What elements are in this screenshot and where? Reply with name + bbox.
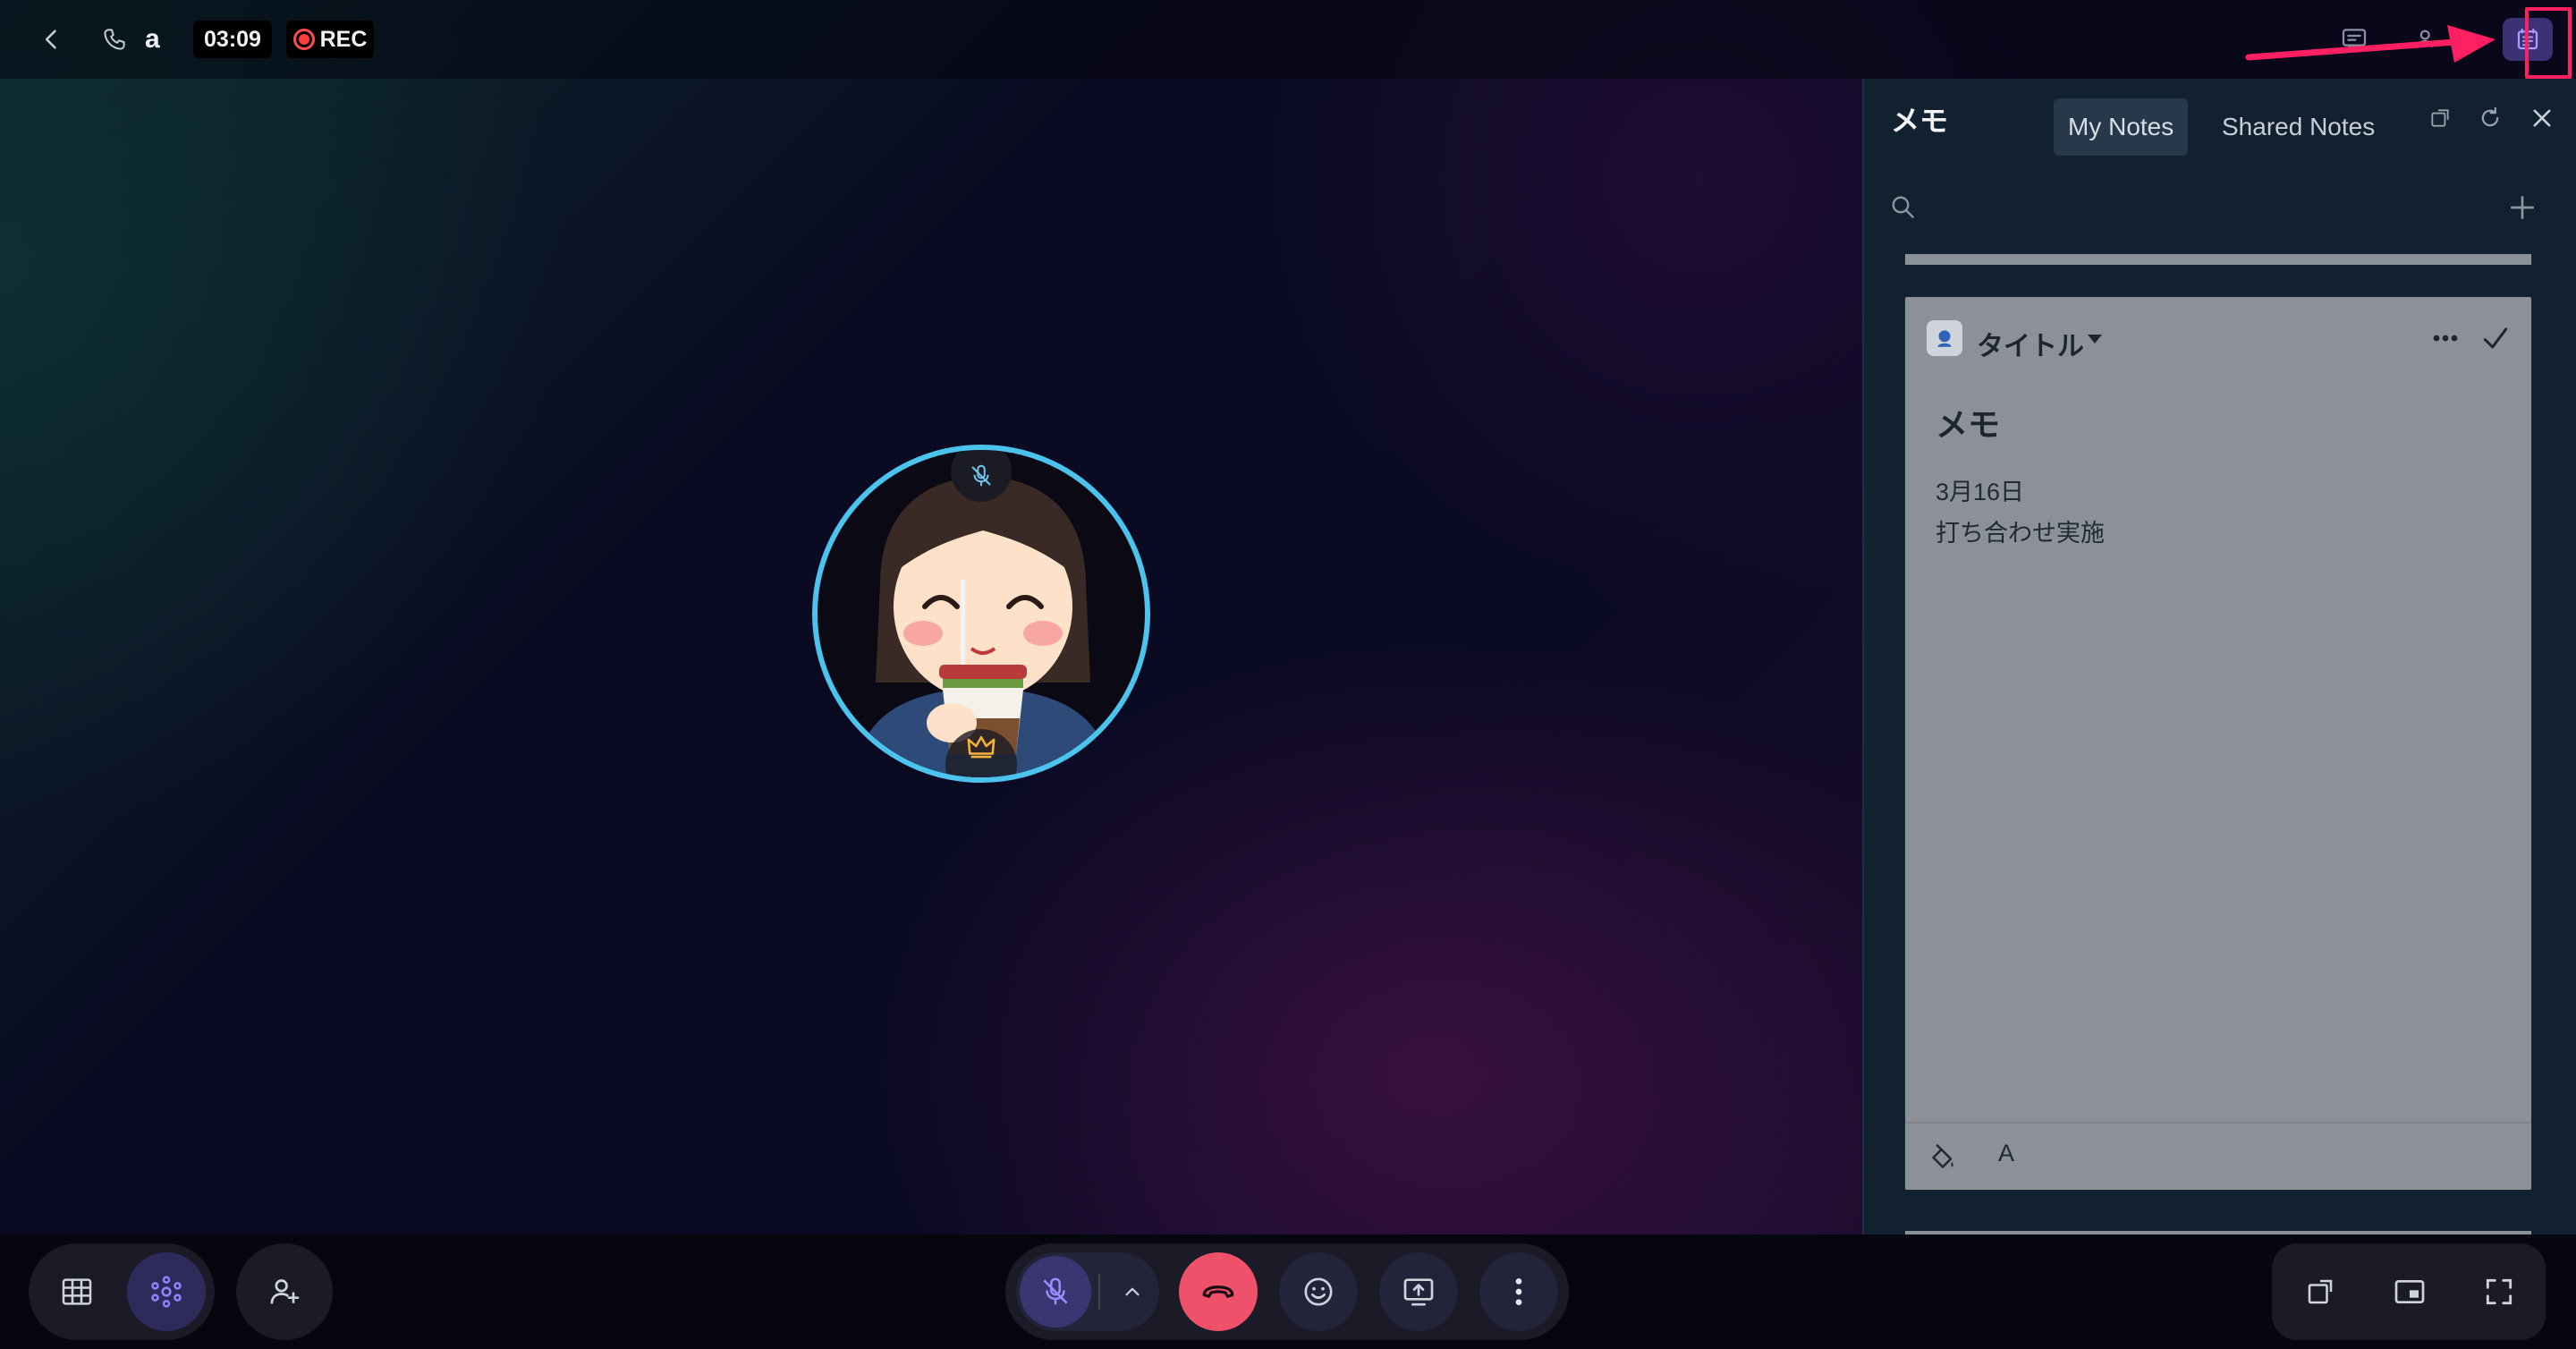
search-icon[interactable] [1887,191,1919,224]
call-timer: 03:09 [193,21,272,58]
recording-badge: REC [286,21,374,58]
mic-muted-icon [1043,1277,1068,1305]
more-horizontal-icon[interactable] [2428,320,2463,356]
mic-muted-icon [971,464,991,487]
check-icon[interactable] [2478,320,2513,356]
refresh-icon [2481,106,2499,127]
fullscreen-button[interactable] [2460,1252,2538,1331]
note-body-line[interactable]: 3月16日 [1936,472,2024,507]
more-vertical-icon [1515,1278,1522,1305]
notes-icon [2517,28,2538,50]
reaction-button[interactable] [1279,1252,1358,1331]
grid-icon [62,1278,92,1305]
add-participant-button[interactable] [245,1252,324,1331]
notes-tab-bar [1864,157,2576,240]
notes-button[interactable] [2503,18,2553,61]
crown-icon [967,735,996,759]
phone-icon [97,21,132,57]
back-button[interactable] [32,20,72,59]
add-user-icon [270,1279,300,1304]
grid-view-button[interactable] [38,1252,116,1331]
close-button[interactable] [2526,102,2558,134]
note-body-line[interactable]: 打ち合わせ実施 [1936,513,2105,548]
note-heading[interactable]: メモ [1936,399,2000,445]
end-call-button[interactable] [1179,1252,1258,1331]
mute-button[interactable] [1020,1256,1091,1328]
note-title-dropdown[interactable]: タイトル [1977,324,2084,363]
divider [1098,1274,1100,1310]
more-options-button[interactable] [1479,1252,1558,1331]
note-owner-icon [1927,320,1962,356]
popout-icon [2431,109,2449,127]
gallery-view-button[interactable] [127,1252,206,1331]
smiley-icon [1304,1277,1333,1306]
top-bar [0,0,2576,79]
popout-button[interactable] [2424,102,2456,134]
participant-avatar [812,445,1150,783]
picture-in-picture-button[interactable] [2370,1252,2449,1331]
annotation-arrow [2245,25,2496,63]
record-icon [292,29,315,50]
note-format-toolbar: A [1905,1122,2531,1190]
paint-bucket-icon[interactable] [1927,1141,1959,1174]
tab-my-notes[interactable]: My Notes [2054,98,2189,156]
notes-panel-title: メモ [1891,105,1949,137]
note-card-preview[interactable] [1905,254,2531,265]
chevron-left-icon [45,30,56,49]
font-color-button[interactable]: A [1998,1140,2014,1167]
chevron-up-icon [1125,1287,1140,1296]
popout-icon [2308,1279,2333,1304]
network-icon [151,1276,182,1308]
share-screen-icon [1403,1278,1434,1306]
tab-shared-notes[interactable]: Shared Notes [2207,98,2389,156]
hang-up-icon [1202,1285,1234,1298]
popout-window-button[interactable] [2281,1252,2360,1331]
note-card[interactable]: タイトル メモ 3月16日 打ち合わせ実施 A [1905,297,2531,1190]
rec-label: REC [319,26,368,52]
share-screen-button[interactable] [1379,1252,1458,1331]
caret-down-icon[interactable] [2086,333,2104,345]
close-icon [2533,109,2551,127]
add-note-icon[interactable] [2504,190,2540,225]
fullscreen-icon [2486,1278,2512,1305]
audio-options-button[interactable] [1106,1252,1159,1331]
picture-in-picture-icon [2394,1280,2425,1303]
call-name: a [145,24,160,54]
refresh-button[interactable] [2474,102,2506,134]
